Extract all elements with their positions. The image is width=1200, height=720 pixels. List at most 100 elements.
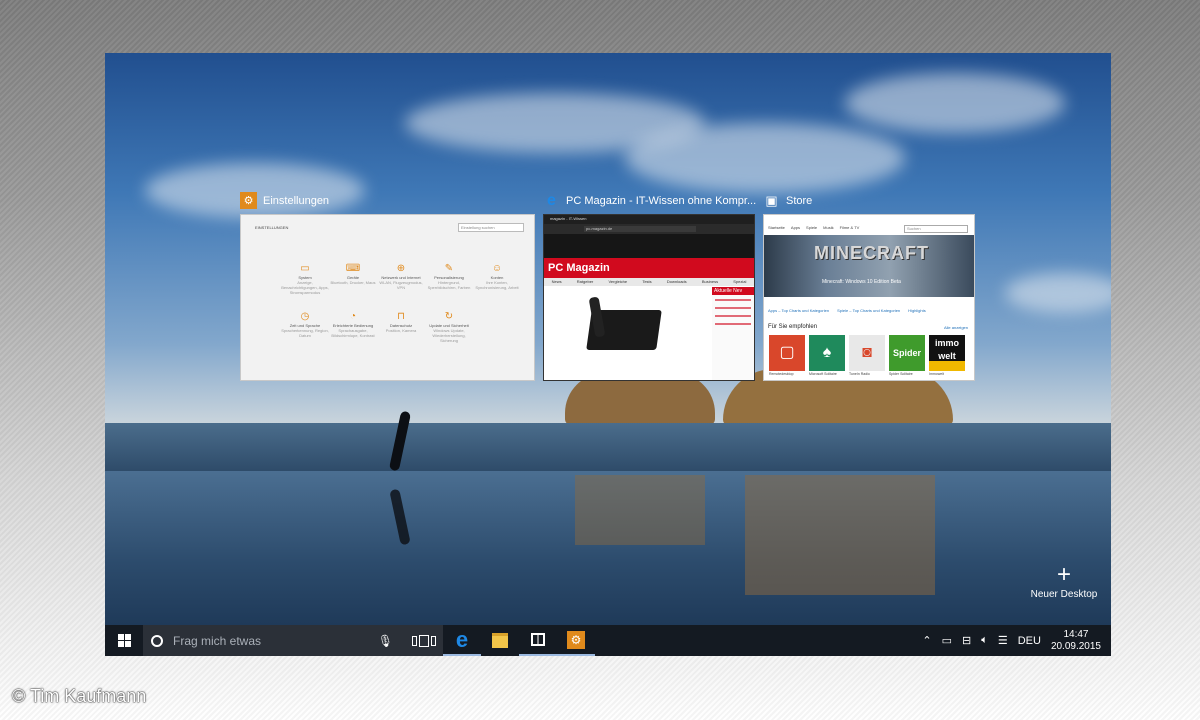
- cloud: [625, 123, 905, 193]
- volume-icon[interactable]: 🔈︎: [981, 634, 988, 647]
- taskbar-settings[interactable]: ⚙: [557, 625, 595, 656]
- edge-icon: e: [455, 626, 469, 652]
- taskbar-explorer[interactable]: [481, 625, 519, 656]
- store-app-name: Remotedesktop: [769, 372, 794, 376]
- remote-desktop-icon: ▢: [769, 335, 805, 371]
- store-app-tile[interactable]: immo welt Immowelt: [929, 335, 965, 376]
- store-nav-item[interactable]: Spiele: [806, 223, 817, 233]
- store-icon: [531, 633, 545, 646]
- microphone-icon[interactable]: 🎙︎: [378, 634, 393, 648]
- ease-icon: ◔: [349, 311, 357, 322]
- address-field[interactable]: pc-magazin.de: [584, 226, 696, 232]
- store-banner[interactable]: MINECRAFT Minecraft: Windows 10 Edition …: [764, 235, 974, 297]
- settings-item-devices[interactable]: ⌨ Geräte Bluetooth, Drucker, Maus: [329, 263, 377, 295]
- taskbar-store[interactable]: [519, 625, 557, 656]
- banner-title: MINECRAFT: [814, 243, 929, 263]
- radio-icon: ◙: [849, 335, 885, 371]
- windows-logo-icon: [117, 634, 131, 647]
- spider-solitaire-icon: Spider: [889, 335, 925, 371]
- window-title: PC Magazin - IT-Wissen ohne Kompr...: [566, 194, 757, 207]
- store-nav-item[interactable]: Musik: [823, 223, 833, 233]
- site-nav-item[interactable]: Vergleiche: [608, 278, 627, 286]
- settings-item-update[interactable]: ↻ Update und Sicherheit Windows Update, Wi…: [425, 311, 473, 343]
- task-view-button[interactable]: [405, 625, 443, 656]
- taskbar-edge[interactable]: e: [443, 625, 481, 656]
- window-thumbnail-settings[interactable]: EINSTELLUNGEN Einstellung suchen ▭ System…: [240, 214, 535, 381]
- lock-icon: ⊓: [397, 311, 405, 322]
- cortana-search[interactable]: Frag mich etwas 🎙︎: [143, 625, 405, 656]
- store-link[interactable]: Spiele – Top Charts und Kategorien: [837, 308, 900, 313]
- immowelt-icon: immo welt: [929, 335, 965, 371]
- solitaire-icon: ♠: [809, 335, 845, 371]
- window-thumbnail-store[interactable]: Startseite Apps Spiele Musik Filme & TV …: [763, 214, 975, 381]
- new-desktop-button[interactable]: + Neuer Desktop: [1029, 563, 1099, 601]
- settings-item-system[interactable]: ▭ System Anzeige, Benachrichtigungen, Apps…: [281, 263, 329, 295]
- settings-item-network[interactable]: ⊕ Netzwerk und Internet WLAN, Flugzeugmodu…: [377, 263, 425, 295]
- store-section-more[interactable]: Alle anzeigen: [944, 325, 968, 330]
- site-sidebar: Aktuelle Nev: [712, 287, 754, 380]
- person-icon: ☺: [491, 263, 503, 274]
- clock[interactable]: 14:47 20.09.2015: [1051, 629, 1101, 653]
- folder-icon: [492, 633, 508, 648]
- window-label-settings[interactable]: ⚙ Einstellungen: [240, 192, 329, 209]
- store-section-title: Für Sie empfohlen: [768, 324, 818, 330]
- edge-icon: e: [547, 191, 556, 209]
- language-indicator[interactable]: DEU: [1018, 635, 1041, 647]
- site-nav-item[interactable]: Ratgeber: [577, 278, 593, 286]
- settings-item-personalization[interactable]: ✎ Personalisierung Hintergrund, Sperrbilds…: [425, 263, 473, 295]
- sidebar-heading: Aktuelle Nev: [712, 287, 754, 295]
- copyright-watermark: © Tim Kaufmann: [12, 686, 147, 706]
- store-nav-item[interactable]: Filme & TV: [840, 223, 860, 233]
- store-app-tile[interactable]: ▢ Remotedesktop: [769, 335, 805, 376]
- window-label-store[interactable]: ▣ Store: [763, 192, 812, 209]
- settings-item-time[interactable]: ◷ Zeit und Sprache Spracherkennung, Region…: [281, 311, 329, 343]
- store-app-tile[interactable]: Spider Spider Solitaire: [889, 335, 925, 376]
- store-app-name: Immowelt: [929, 372, 944, 376]
- store-app-tile[interactable]: ◙ TuneIn Radio: [849, 335, 885, 376]
- store-app-name: TuneIn Radio: [849, 372, 870, 376]
- browser-tab[interactable]: magazin - IT-Wissen: [550, 216, 586, 221]
- settings-item-accounts[interactable]: ☺ Konten Ihre Konten, Synchronisierung, Ar…: [473, 263, 521, 295]
- start-button[interactable]: [105, 625, 143, 656]
- store-search[interactable]: Suchen: [904, 225, 968, 233]
- store-nav-item[interactable]: Apps: [791, 223, 800, 233]
- cloud: [145, 163, 365, 218]
- sidebar-line: [715, 315, 751, 317]
- network-icon[interactable]: ⊟: [962, 634, 971, 647]
- site-nav-item[interactable]: Spezial: [733, 278, 746, 286]
- store-app-tile[interactable]: ♠ Microsoft Solitaire: [809, 335, 845, 376]
- browser-dark-strip: [544, 234, 754, 258]
- search-input[interactable]: Frag mich etwas: [173, 634, 378, 648]
- rock-reflection: [745, 475, 935, 595]
- globe-icon: ⊕: [396, 263, 406, 274]
- browser-addressbar: pc-magazin.de: [544, 224, 754, 234]
- window-label-edge[interactable]: e PC Magazin - IT-Wissen ohne Kompr...: [543, 192, 756, 209]
- site-nav-item[interactable]: Business: [702, 278, 718, 286]
- site-nav-item[interactable]: News: [552, 278, 562, 286]
- window-thumbnail-edge[interactable]: magazin - IT-Wissen pc-magazin.de PC Mag…: [543, 214, 755, 381]
- settings-item-ease[interactable]: ◔ Erleichterte Bedienung Sprachausgabe, Bi…: [329, 311, 377, 343]
- store-link[interactable]: Highlights: [908, 308, 926, 313]
- settings-item-privacy[interactable]: ⊓ Datenschutz Position, Kamera: [377, 311, 425, 343]
- site-logo[interactable]: PC Magazin: [548, 262, 610, 274]
- store-app-name: Microsoft Solitaire: [809, 372, 837, 376]
- notifications-icon[interactable]: ☰: [998, 634, 1008, 647]
- cortana-circle-icon: [151, 634, 163, 647]
- chevron-up-icon[interactable]: ⌃: [922, 634, 931, 647]
- system-tray: ⌃ ▭ ⊟ 🔈︎ ☰ DEU 14:47 20.09.2015: [922, 629, 1111, 653]
- cloud: [845, 73, 1065, 133]
- new-desktop-label: Neuer Desktop: [1030, 589, 1098, 600]
- battery-icon[interactable]: ▭: [942, 634, 952, 647]
- store-app-row: ▢ Remotedesktop ♠ Microsoft Solitaire ◙ …: [769, 335, 965, 376]
- site-nav-item[interactable]: Downloads: [667, 278, 687, 286]
- gear-icon: ⚙: [567, 630, 585, 649]
- store-nav-item[interactable]: Startseite: [768, 223, 785, 233]
- store-links: Apps – Top Charts und Kategorien Spiele …: [768, 308, 972, 313]
- settings-search[interactable]: Einstellung suchen: [458, 223, 524, 232]
- site-nav-item[interactable]: Tests: [642, 278, 651, 286]
- site-nav: News Ratgeber Vergleiche Tests Downloads…: [544, 278, 754, 286]
- sidebar-line: [715, 307, 751, 309]
- settings-heading: EINSTELLUNGEN: [255, 225, 289, 230]
- store-icon: ▣: [765, 192, 778, 208]
- store-link[interactable]: Apps – Top Charts und Kategorien: [768, 308, 829, 313]
